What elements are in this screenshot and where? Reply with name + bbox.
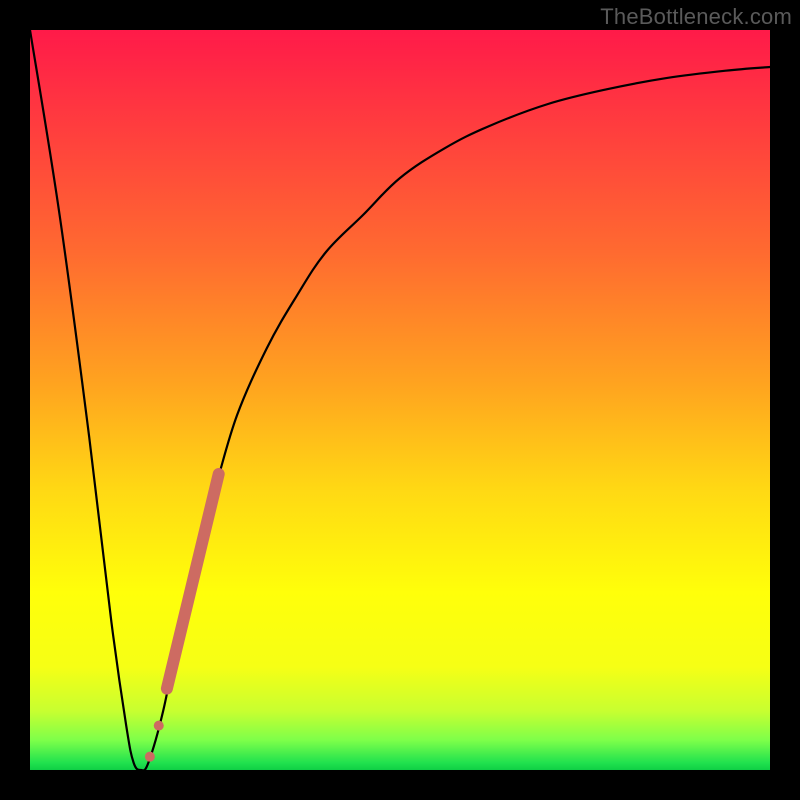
highlight-dot [154, 721, 164, 731]
watermark-text: TheBottleneck.com [600, 4, 792, 30]
highlight-segment [167, 474, 219, 689]
plot-area [30, 30, 770, 770]
highlight-dot [145, 752, 155, 762]
bottleneck-curve [30, 30, 770, 770]
chart-frame: TheBottleneck.com [0, 0, 800, 800]
curve-svg [30, 30, 770, 770]
